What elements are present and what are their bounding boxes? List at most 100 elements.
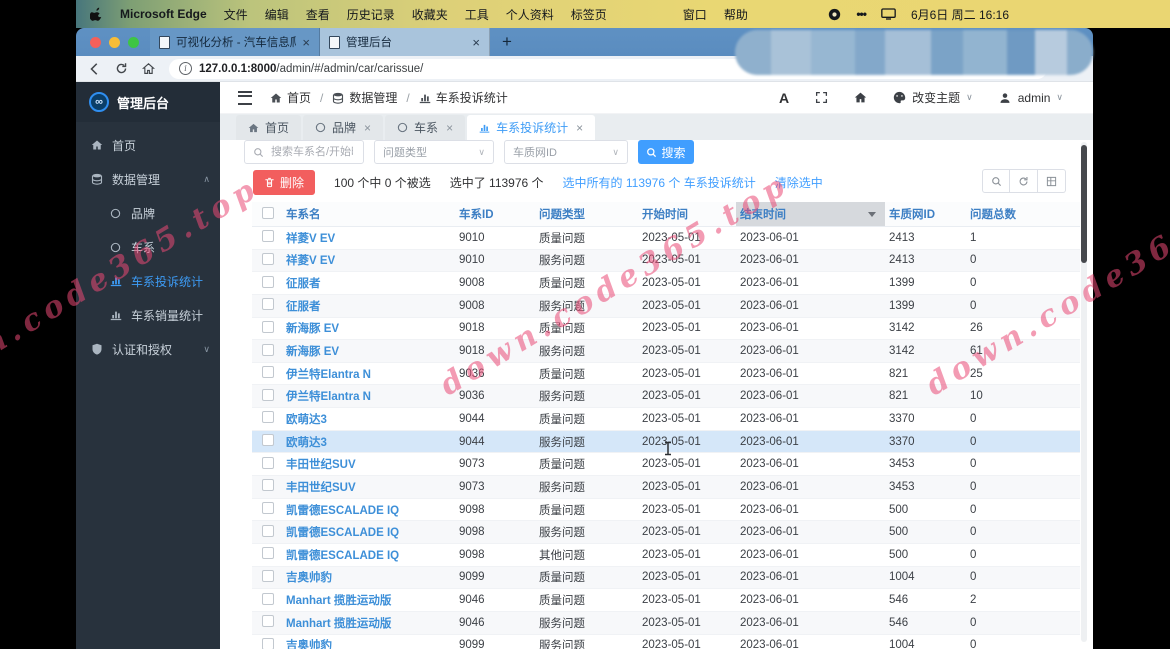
breadcrumb-item[interactable]: 数据管理: [332, 89, 397, 106]
minimize-window-button[interactable]: [109, 36, 120, 48]
page-tab[interactable]: 车系投诉统计 ×: [467, 115, 596, 140]
series-name-link[interactable]: 伊兰特Elantra N: [282, 388, 455, 404]
row-checkbox[interactable]: [262, 592, 274, 605]
series-name-link[interactable]: 丰田世纪SUV: [282, 479, 455, 495]
close-icon[interactable]: ×: [302, 36, 310, 49]
screen-record-icon[interactable]: [828, 8, 841, 21]
series-name-link[interactable]: 祥菱V EV: [282, 252, 455, 268]
table-row[interactable]: 凯雷德ESCALADE IQ 9098 质量问题 2023-05-01 2023-06-…: [252, 498, 1080, 522]
row-checkbox[interactable]: [262, 366, 274, 379]
row-checkbox[interactable]: [262, 230, 274, 243]
sidebar-item[interactable]: 品牌: [76, 196, 220, 230]
row-checkbox[interactable]: [262, 479, 274, 492]
refresh-icon[interactable]: [115, 62, 129, 76]
table-row[interactable]: Manhart 揽胜运动版 9046 质量问题 2023-05-01 2023-06-0…: [252, 589, 1080, 612]
site-info-icon[interactable]: i: [179, 62, 192, 75]
fullscreen-icon[interactable]: [815, 91, 828, 104]
table-row[interactable]: 新海豚 EV 9018 服务问题 2023-05-01 2023-06-01 3142 61: [252, 340, 1080, 363]
apple-icon[interactable]: [90, 7, 103, 21]
row-checkbox[interactable]: [262, 502, 274, 514]
close-window-button[interactable]: [90, 36, 101, 48]
series-name-link[interactable]: 新海豚 EV: [282, 343, 455, 359]
table-row[interactable]: 伊兰特Elantra N 9036 质量问题 2023-05-01 2023-06-01…: [252, 362, 1080, 386]
menubar-item[interactable]: 窗口: [683, 6, 707, 23]
row-checkbox[interactable]: [262, 569, 274, 582]
close-icon[interactable]: ×: [446, 121, 453, 135]
close-icon[interactable]: ×: [576, 121, 583, 135]
series-name-link[interactable]: 凯雷德ESCALADE IQ: [282, 524, 455, 540]
hamburger-icon[interactable]: [238, 90, 252, 105]
more-menu-icon[interactable]: •••: [856, 7, 867, 21]
row-checkbox[interactable]: [262, 275, 274, 288]
series-name-link[interactable]: Manhart 揽胜运动版: [282, 615, 455, 631]
series-name-link[interactable]: 征服者: [282, 298, 455, 314]
series-name-link[interactable]: 凯雷德ESCALADE IQ: [282, 502, 455, 518]
sidebar-item[interactable]: 车系: [76, 230, 220, 264]
sidebar-item[interactable]: 认证和授权 ∨: [76, 332, 220, 366]
select-all-checkbox[interactable]: [262, 206, 274, 219]
sidebar-item[interactable]: 数据管理 ∧: [76, 162, 220, 196]
sidebar-item[interactable]: 车系销量统计: [76, 298, 220, 332]
czw-id-select[interactable]: 车质网ID ∨: [504, 140, 628, 164]
series-name-link[interactable]: 吉奥帅豹: [282, 637, 455, 649]
display-icon[interactable]: [881, 8, 896, 20]
series-name-link[interactable]: 伊兰特Elantra N: [282, 366, 455, 382]
select-all-link[interactable]: 选中所有的 113976 个 车系投诉统计: [563, 174, 756, 191]
table-row[interactable]: 祥菱V EV 9010 质量问题 2023-05-01 2023-06-01 2413 1: [252, 227, 1080, 250]
column-header[interactable]: 问题总数: [966, 206, 1079, 222]
row-checkbox[interactable]: [262, 298, 274, 311]
search-button[interactable]: 搜索: [638, 140, 694, 164]
row-checkbox[interactable]: [262, 411, 274, 424]
menubar-item[interactable]: 历史记录: [347, 6, 395, 23]
page-tab[interactable]: 车系 ×: [385, 115, 466, 140]
theme-switcher[interactable]: 改变主题 ∨: [893, 89, 973, 106]
sidebar-item[interactable]: 车系投诉统计: [76, 264, 220, 298]
home-icon[interactable]: [142, 62, 156, 76]
sidebar-item[interactable]: 首页: [76, 128, 220, 162]
menubar-item[interactable]: 工具: [465, 6, 489, 23]
table-row[interactable]: 征服者 9008 质量问题 2023-05-01 2023-06-01 1399 0: [252, 272, 1080, 295]
row-checkbox[interactable]: [262, 434, 274, 447]
table-row[interactable]: 伊兰特Elantra N 9036 服务问题 2023-05-01 2023-06-01…: [252, 385, 1080, 409]
row-checkbox[interactable]: [262, 456, 274, 469]
menubar-item[interactable]: 标签页: [571, 6, 607, 23]
column-header[interactable]: 问题类型: [535, 206, 638, 222]
column-header[interactable]: 车系ID: [455, 206, 535, 222]
font-size-tool[interactable]: A: [779, 90, 789, 106]
row-checkbox[interactable]: [262, 637, 274, 649]
row-checkbox[interactable]: [262, 615, 274, 628]
series-name-link[interactable]: 丰田世纪SUV: [282, 456, 455, 472]
series-name-link[interactable]: 征服者: [282, 275, 455, 291]
table-search-button[interactable]: [982, 169, 1010, 193]
search-input[interactable]: [269, 145, 355, 159]
menubar-app-name[interactable]: Microsoft Edge: [120, 7, 207, 21]
page-tab[interactable]: 首页: [236, 115, 302, 140]
issue-type-select[interactable]: 问题类型 ∨: [374, 140, 494, 164]
close-icon[interactable]: ×: [364, 121, 371, 135]
browser-tab[interactable]: 管理后台 ×: [320, 28, 490, 56]
menubar-item[interactable]: 文件: [224, 6, 248, 23]
column-header[interactable]: 车系名: [282, 206, 455, 222]
table-row[interactable]: 丰田世纪SUV 9073 服务问题 2023-05-01 2023-06-01 3453 0: [252, 476, 1080, 499]
row-checkbox[interactable]: [262, 252, 274, 265]
column-header[interactable]: 开始时间: [638, 206, 736, 222]
table-row[interactable]: Manhart 揽胜运动版 9046 服务问题 2023-05-01 2023-06-0…: [252, 611, 1080, 635]
row-checkbox[interactable]: [262, 547, 274, 560]
row-checkbox[interactable]: [262, 320, 274, 333]
brand[interactable]: ∞ 管理后台: [76, 82, 220, 122]
new-tab-button[interactable]: +: [502, 32, 512, 52]
series-name-link[interactable]: 凯雷德ESCALADE IQ: [282, 547, 455, 563]
row-checkbox[interactable]: [262, 343, 274, 356]
table-row[interactable]: 凯雷德ESCALADE IQ 9098 服务问题 2023-05-01 2023-06-…: [252, 521, 1080, 544]
series-name-link[interactable]: Manhart 揽胜运动版: [282, 592, 455, 608]
table-row[interactable]: 欧萌达3 9044 质量问题 2023-05-01 2023-06-01 3370 0: [252, 408, 1080, 431]
row-checkbox[interactable]: [262, 524, 274, 537]
table-refresh-button[interactable]: [1010, 169, 1038, 193]
menubar-clock[interactable]: 6月6日 周二 16:16: [911, 6, 1009, 23]
table-row[interactable]: 凯雷德ESCALADE IQ 9098 其他问题 2023-05-01 2023-06-…: [252, 543, 1080, 567]
scrollbar-thumb[interactable]: [1081, 145, 1087, 263]
table-row[interactable]: 新海豚 EV 9018 质量问题 2023-05-01 2023-06-01 3142 26: [252, 317, 1080, 341]
row-checkbox[interactable]: [262, 388, 274, 401]
series-name-link[interactable]: 欧萌达3: [282, 411, 455, 427]
breadcrumb-item[interactable]: 首页: [270, 89, 311, 106]
